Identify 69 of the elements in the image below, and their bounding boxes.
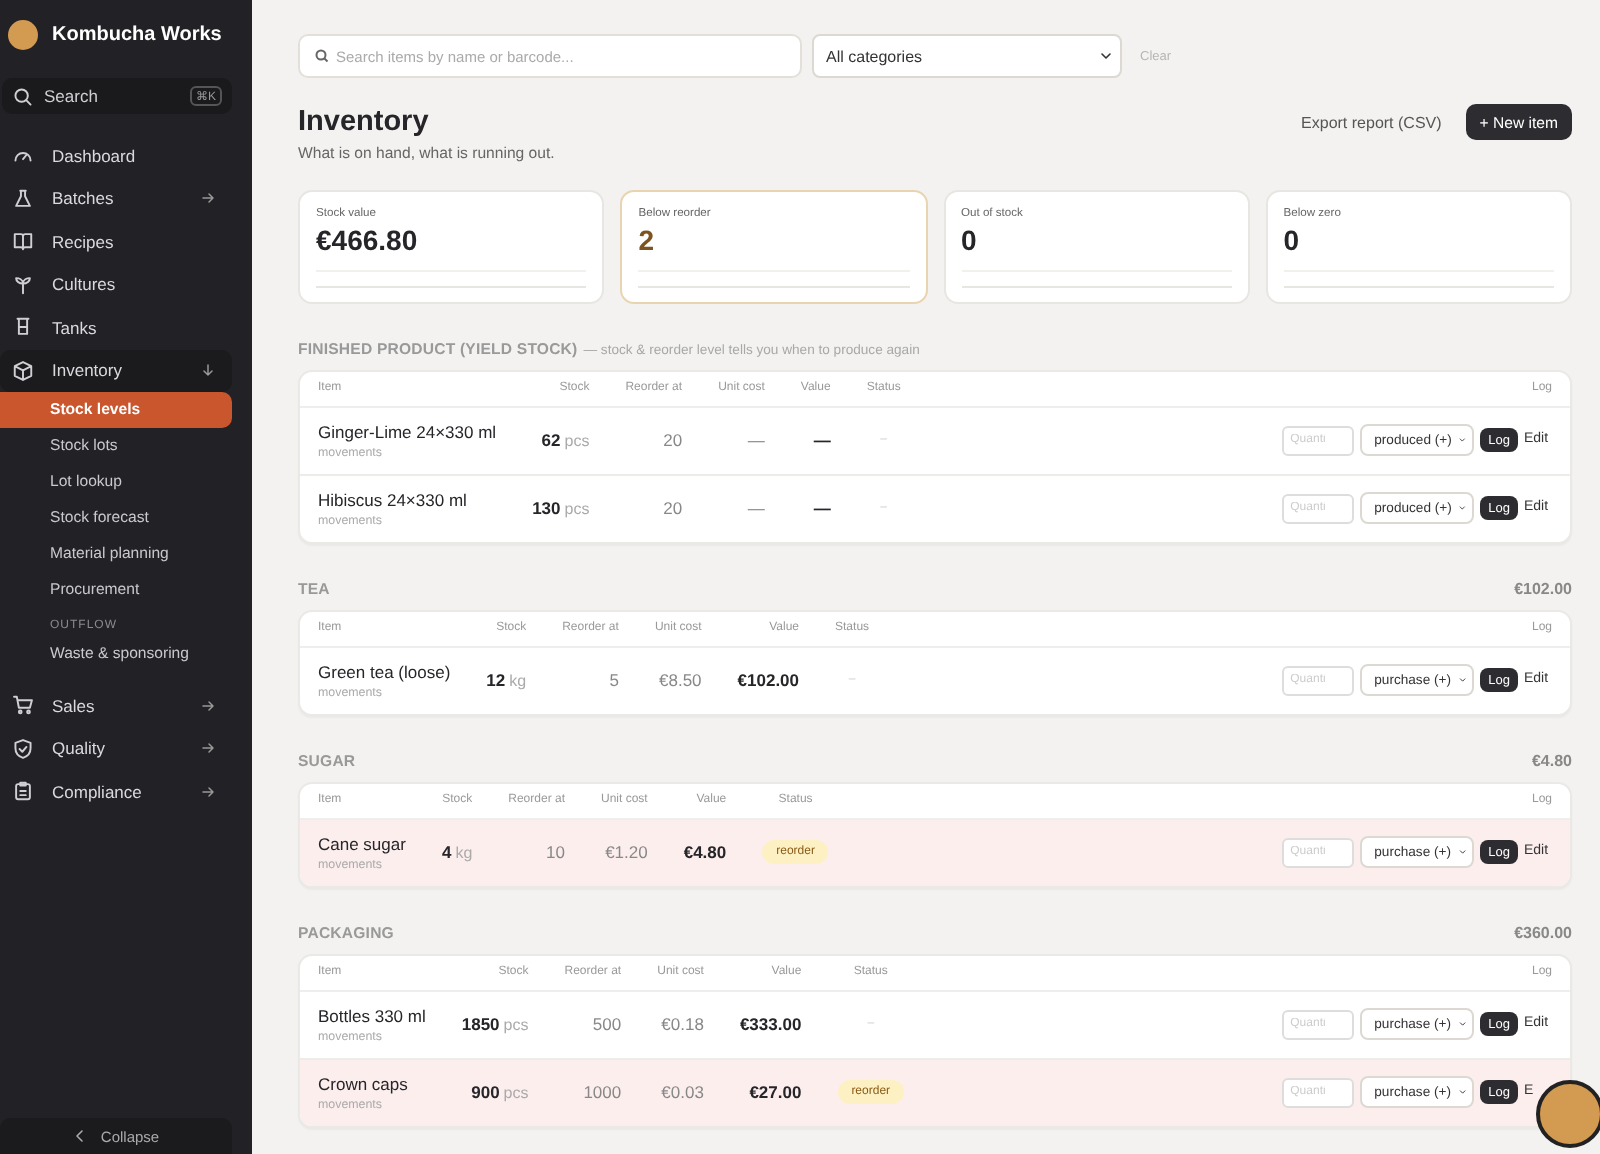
stat-value: 0 bbox=[1283, 224, 1302, 256]
stock-quantity: 1850 bbox=[461, 1014, 500, 1034]
stock-unit: pcs bbox=[564, 432, 590, 450]
chevron-down-icon bbox=[1457, 1016, 1467, 1032]
table-cell: — bbox=[782, 406, 849, 474]
nav-item[interactable]: Batches bbox=[0, 177, 232, 220]
nav-item[interactable]: Compliance bbox=[0, 770, 232, 813]
nav-item[interactable]: Recipes bbox=[0, 220, 232, 263]
stat-value: €466.80 bbox=[316, 224, 420, 256]
item-name[interactable]: Bottles 330 ml bbox=[318, 1005, 426, 1025]
stock-unit: pcs bbox=[503, 1016, 529, 1034]
stock-quantity: 62 bbox=[541, 430, 561, 450]
stock-unit: kg bbox=[509, 672, 527, 691]
section-total: €102.00 bbox=[1514, 580, 1572, 598]
item-name[interactable]: Hibiscus 24×330 ml bbox=[318, 489, 497, 510]
nav-item[interactable]: Sales bbox=[0, 684, 232, 727]
section-total: €4.80 bbox=[1531, 752, 1572, 770]
nav-item[interactable]: Inventory bbox=[0, 349, 232, 392]
flask-icon bbox=[12, 187, 34, 210]
search-icon bbox=[12, 85, 34, 107]
table-cell: €102.00 bbox=[719, 646, 818, 714]
stock-quantity: 4 bbox=[441, 842, 452, 863]
box-icon bbox=[12, 359, 34, 382]
nav-item[interactable]: Tanks bbox=[0, 306, 232, 349]
stock-quantity: 900 bbox=[471, 1082, 500, 1103]
nav-item[interactable]: Quality bbox=[0, 727, 232, 770]
chevron-down-icon bbox=[1098, 48, 1114, 64]
table-cell: €8.50 bbox=[636, 646, 720, 714]
clipboard-icon bbox=[12, 780, 34, 803]
table-cell: — bbox=[700, 474, 783, 542]
page-title: Inventory bbox=[298, 104, 431, 140]
export-link[interactable]: Export report (CSV) bbox=[1301, 113, 1442, 131]
item-name[interactable]: Crown caps bbox=[318, 1073, 426, 1094]
item-name[interactable]: Cane sugar bbox=[318, 833, 406, 854]
stat-value: 0 bbox=[961, 224, 979, 256]
table-cell: 10 bbox=[490, 818, 583, 886]
item-name[interactable]: Green tea (loose) bbox=[318, 661, 451, 682]
chevron-down-icon bbox=[1457, 432, 1467, 448]
chevron-left-icon bbox=[72, 1128, 89, 1144]
table-cell: 1000 bbox=[546, 1058, 640, 1126]
table-cell: 20 bbox=[607, 406, 701, 474]
search-icon bbox=[314, 48, 330, 64]
shield-icon bbox=[12, 737, 34, 760]
table-cell: €0.03 bbox=[639, 1058, 722, 1126]
stock-quantity: 130 bbox=[532, 498, 561, 519]
nav-item[interactable]: Dashboard bbox=[0, 134, 232, 177]
beaker-icon bbox=[12, 316, 34, 339]
stock-unit: pcs bbox=[503, 1084, 529, 1103]
table-cell: €27.00 bbox=[721, 1058, 820, 1126]
avatar[interactable] bbox=[1536, 1080, 1600, 1148]
book-icon bbox=[12, 230, 34, 253]
cart-icon bbox=[12, 694, 34, 717]
nav-item[interactable]: Cultures bbox=[0, 263, 232, 306]
stat-value: 2 bbox=[638, 224, 657, 256]
table-cell: — bbox=[700, 406, 783, 474]
category-dropdown[interactable]: All categories bbox=[812, 34, 1122, 78]
sprout-icon bbox=[12, 273, 34, 296]
section-total: €360.00 bbox=[1514, 924, 1572, 942]
stock-unit: pcs bbox=[564, 500, 590, 519]
stock-quantity: 12 bbox=[486, 670, 506, 691]
table-cell: 20 bbox=[607, 474, 701, 542]
table-cell: €1.20 bbox=[583, 818, 666, 886]
brand-name: Kombucha Works bbox=[52, 23, 222, 45]
logo-icon bbox=[8, 19, 38, 49]
table-cell: — bbox=[782, 474, 849, 542]
table-cell: 5 bbox=[544, 646, 637, 714]
table-cell: €4.80 bbox=[665, 818, 745, 886]
stock-unit: kg bbox=[455, 844, 473, 863]
item-name[interactable]: Ginger-Lime 24×330 ml bbox=[318, 421, 497, 441]
